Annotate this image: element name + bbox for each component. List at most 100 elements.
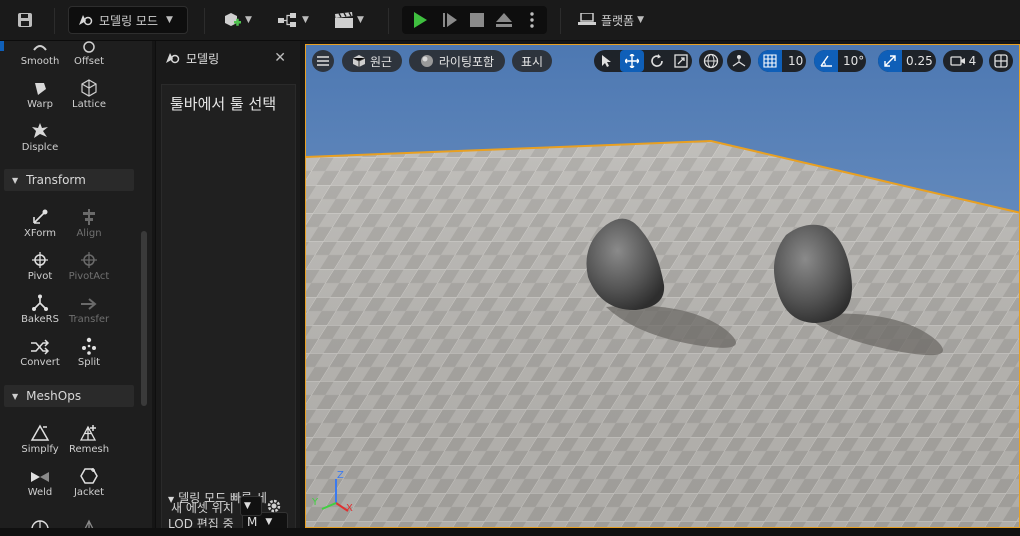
chevron-down-icon: ▼ <box>245 15 252 25</box>
select-mode-button[interactable] <box>596 50 618 72</box>
camera-speed-value: 4 <box>968 54 977 68</box>
perspective-label: 원근 <box>369 54 393 69</box>
show-button[interactable]: 표시 <box>512 50 552 72</box>
blueprint-button[interactable]: ▼ <box>272 6 314 34</box>
advance-frame-button[interactable] <box>436 6 464 34</box>
cinematics-button[interactable]: ▼ <box>328 6 370 34</box>
chevron-down-icon: ▼ <box>637 15 645 25</box>
tool-split[interactable]: Split <box>64 326 114 368</box>
unreal-editor-window: 모델링 모드 ▼ ▼ ▼ ▼ 플랫폼 ▼ Smooth Offset Warp … <box>0 0 1020 536</box>
tool-warp[interactable]: Warp <box>15 68 65 110</box>
lighting-button[interactable]: 라이팅포함 <box>409 50 505 72</box>
modeling-mode-icon <box>166 53 180 64</box>
scene-render <box>306 45 1019 527</box>
tool-palette: Smooth Offset Warp Lattice Displce ▼ Tra… <box>0 41 152 536</box>
world-coordinates-button[interactable] <box>699 50 723 72</box>
tool-label: Convert <box>20 357 60 368</box>
save-button[interactable] <box>10 6 40 34</box>
rotate-mode-button[interactable] <box>646 50 668 72</box>
tool-align[interactable]: Align <box>64 197 114 239</box>
offset-icon <box>83 41 95 53</box>
tool-bakers[interactable]: BakeRS <box>15 283 65 325</box>
palette-scrollbar[interactable] <box>141 231 147 406</box>
mode-dropdown[interactable]: 모델링 모드 ▼ <box>68 6 188 34</box>
tool-pivotact[interactable]: PivotAct <box>64 240 114 282</box>
viewport-menu-button[interactable] <box>312 50 334 72</box>
scale-mode-button[interactable] <box>670 50 692 72</box>
tool-label: XForm <box>23 228 57 239</box>
close-icon[interactable]: ✕ <box>274 50 286 66</box>
modeling-mode-icon <box>79 15 93 26</box>
perspective-button[interactable]: 원근 <box>342 50 402 72</box>
add-content-button[interactable]: ▼ <box>216 6 258 34</box>
scale-snap-value: 0.25 <box>906 54 933 68</box>
grid-snap-value: 10 <box>788 54 804 68</box>
scale-snap-button[interactable]: 0.25 <box>878 50 936 72</box>
asset-location-dropdown[interactable]: ▼ <box>240 496 262 516</box>
tool-simplify[interactable]: Simplfy <box>15 413 65 455</box>
align-icon <box>83 209 95 225</box>
tool-label: Pivot <box>27 271 53 282</box>
tool-label: Smooth <box>20 56 60 67</box>
chevron-down-icon: ▼ <box>166 15 173 25</box>
tool-label: Simplfy <box>21 444 59 455</box>
grid-snap-toggle[interactable] <box>758 50 782 72</box>
surface-snapping-button[interactable] <box>727 50 751 72</box>
grid-snap-button[interactable]: 10 <box>758 50 806 72</box>
xform-icon <box>33 209 48 224</box>
tool-displace[interactable]: Displce <box>15 111 65 153</box>
tool-label: Lattice <box>72 99 106 110</box>
mode-label: 모델링 모드 <box>99 13 159 28</box>
play-options-button[interactable] <box>522 6 542 34</box>
platforms-button[interactable]: 플랫폼 ▼ <box>570 6 652 34</box>
axis-label-z: Z <box>337 470 344 481</box>
scale-snap-toggle[interactable] <box>878 50 902 72</box>
lighting-label: 라이팅포함 <box>438 54 495 69</box>
tool-lattice[interactable]: Lattice <box>64 68 114 110</box>
tab-label: 모델링 <box>186 51 220 66</box>
tool-weld[interactable]: Weld <box>15 456 65 498</box>
simplify-icon <box>30 424 50 441</box>
tool-offset[interactable]: Offset <box>64 41 114 67</box>
main-toolbar: 모델링 모드 ▼ ▼ ▼ ▼ 플랫폼 ▼ <box>0 0 1020 41</box>
translate-mode-button[interactable] <box>620 50 644 72</box>
tool-transfer[interactable]: Transfer <box>64 283 114 325</box>
level-viewport[interactable]: Z X Y 원근 라이팅포함 표시 10 10° 0.25 4 <box>305 44 1020 528</box>
scale-arrow-icon <box>884 55 896 67</box>
panel-title: 툴바에서 툴 선택 <box>170 95 277 113</box>
category-transform[interactable]: ▼ Transform <box>4 169 134 191</box>
tool-xform[interactable]: XForm <box>15 197 65 239</box>
lattice-icon <box>81 79 97 97</box>
tool-smooth[interactable]: Smooth <box>15 41 65 67</box>
category-label: MeshOps <box>26 389 82 403</box>
tool-pivot[interactable]: Pivot <box>15 240 65 282</box>
tool-label: Transfer <box>68 314 110 325</box>
category-meshops[interactable]: ▼ MeshOps <box>4 385 134 407</box>
move-arrows-icon <box>625 54 639 68</box>
add-actor-icon <box>225 13 242 26</box>
perspective-cube-icon <box>352 55 366 67</box>
viewport-layout-button[interactable] <box>989 50 1013 72</box>
category-label: Transform <box>26 173 86 187</box>
warp-icon <box>35 83 46 95</box>
layout-grid-icon <box>994 54 1008 68</box>
eject-button[interactable] <box>490 6 518 34</box>
stop-icon <box>470 13 484 27</box>
rotation-snap-button[interactable]: 10° <box>814 50 866 72</box>
pivot-icon <box>32 252 48 268</box>
asset-location-label: 새 에셋 위치 <box>171 501 234 515</box>
rotation-snap-toggle[interactable] <box>814 50 838 72</box>
split-icon <box>82 337 96 355</box>
settings-gear-icon[interactable] <box>265 497 283 519</box>
cursor-arrow-icon <box>602 55 611 67</box>
tool-jacket[interactable]: Jacket <box>64 456 114 498</box>
tool-convert[interactable]: Convert <box>15 326 65 368</box>
play-icon <box>414 12 427 28</box>
axis-label-y: Y <box>312 497 319 508</box>
more-vertical-icon <box>530 12 534 28</box>
play-button[interactable] <box>406 6 434 34</box>
camera-speed-button[interactable]: 4 <box>943 50 983 72</box>
stop-button[interactable] <box>463 6 491 34</box>
tool-remesh[interactable]: Remesh <box>64 413 114 455</box>
platforms-icon <box>577 13 596 25</box>
